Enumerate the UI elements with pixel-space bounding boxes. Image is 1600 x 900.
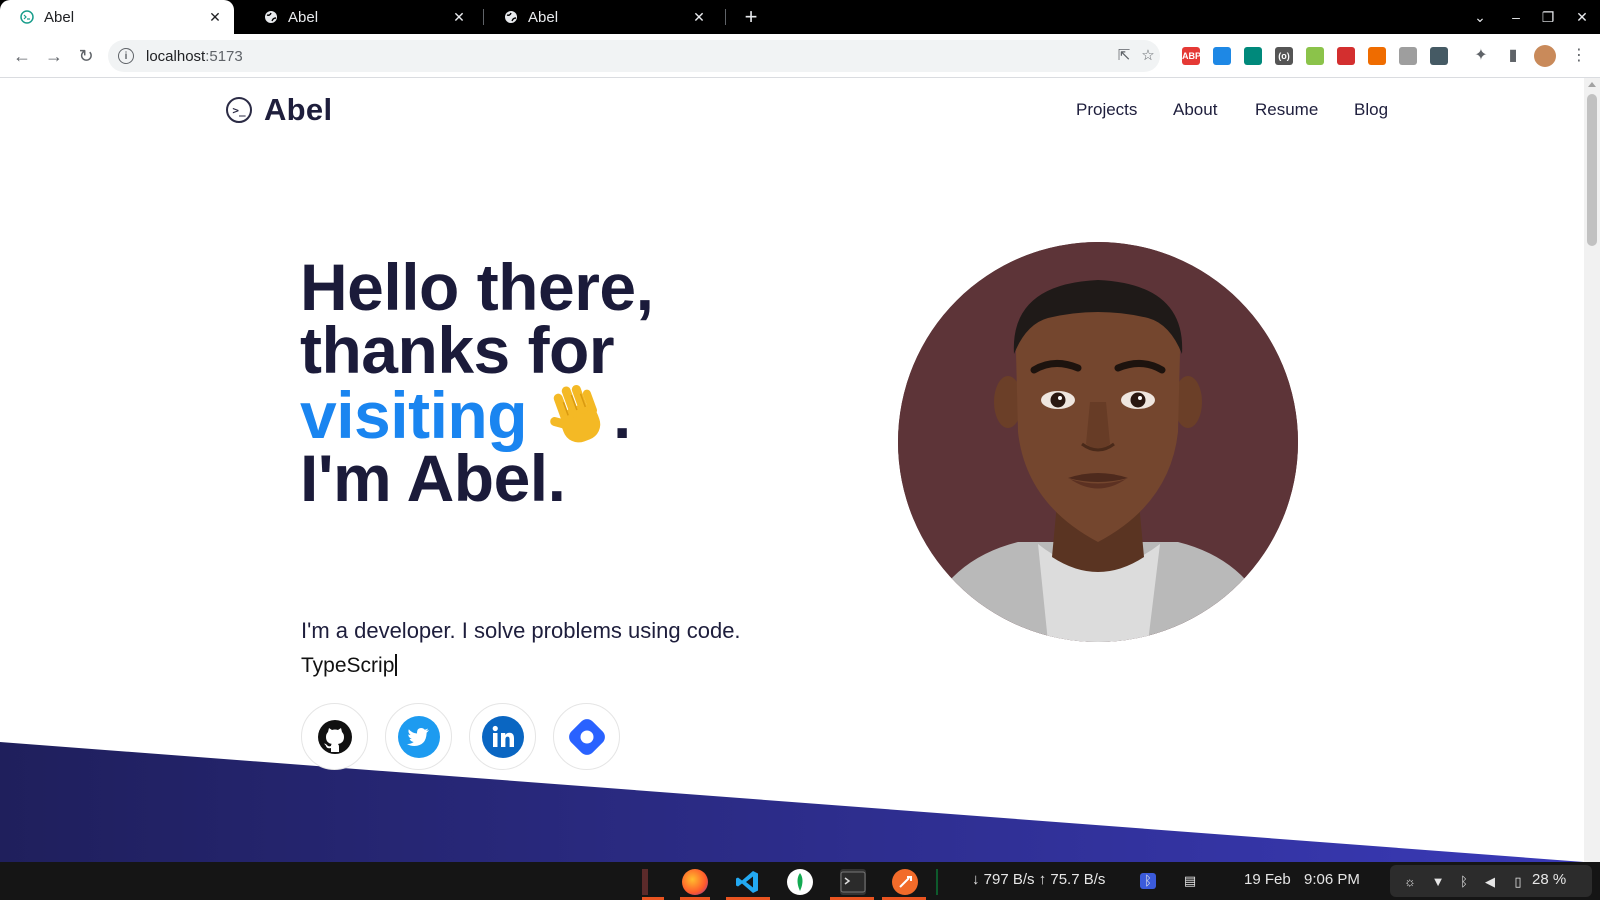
postman-icon[interactable]	[892, 869, 918, 895]
adblock-plus-icon[interactable]: ABP	[1182, 47, 1201, 65]
terminal-logo-icon: >_	[226, 97, 252, 123]
glasses-extension-icon[interactable]	[1430, 47, 1448, 65]
tab-title: Abel	[528, 8, 559, 26]
minimize-icon[interactable]: –	[1500, 0, 1532, 34]
tab-2[interactable]: Abel ✕	[244, 0, 478, 34]
red-extension-icon[interactable]	[1337, 47, 1355, 65]
menu-icon[interactable]: ⋮	[1568, 45, 1590, 67]
close-window-icon[interactable]: ✕	[1566, 0, 1598, 34]
linkedin-link[interactable]	[469, 703, 536, 770]
vscode-icon[interactable]	[734, 869, 760, 895]
page-scrollbar[interactable]	[1584, 78, 1600, 862]
tab-strip: Abel ✕ Abel ✕ Abel ✕ + ⌄ – ❐ ✕	[0, 0, 1600, 34]
mongodb-compass-icon[interactable]	[787, 869, 813, 895]
github-icon	[317, 719, 352, 754]
terminal-favicon-icon	[20, 10, 34, 24]
share-icon[interactable]: ⇱	[1114, 46, 1134, 66]
site-logo[interactable]: >_ Abel	[226, 92, 332, 128]
browser-toolbar: ← → ↻ i localhost:5173 ⇱ ☆ ABP (o) ✦ ▮ ⋮	[0, 34, 1600, 78]
volume-icon: ◀	[1485, 874, 1495, 889]
shield-extension-icon[interactable]	[1399, 47, 1417, 65]
nav-projects[interactable]: Projects	[1076, 100, 1137, 120]
twitter-icon	[397, 715, 440, 758]
hashnode-icon	[568, 718, 605, 755]
twitter-link[interactable]	[385, 703, 452, 770]
back-icon[interactable]: ←	[8, 42, 36, 70]
hero-line-2: thanks for	[300, 313, 615, 387]
url-port: :5173	[205, 47, 243, 65]
typed-text: TypeScrip	[301, 654, 398, 678]
avatar-illustration	[898, 242, 1298, 642]
brand-name: Abel	[264, 92, 333, 127]
clipboard-icon[interactable]: ▤	[1182, 873, 1198, 889]
extensions-puzzle-icon[interactable]: ✦	[1470, 45, 1492, 67]
globe-favicon-icon	[505, 11, 517, 23]
hero-subtitle: I'm a developer. I solve problems using …	[301, 618, 741, 643]
restore-icon[interactable]: ❐	[1532, 0, 1564, 34]
tab-search-icon[interactable]: ⌄	[1464, 0, 1496, 34]
tab-1[interactable]: Abel ✕	[0, 0, 234, 34]
side-panel-icon[interactable]: ▮	[1502, 45, 1524, 67]
tab-title: Abel	[44, 8, 75, 26]
nav-about[interactable]: About	[1173, 100, 1217, 120]
code-extension-icon[interactable]: (o)	[1275, 47, 1293, 65]
network-speed: ↓ 797 B/s ↑ 75.7 B/s	[972, 871, 1106, 888]
profile-avatar[interactable]	[1534, 45, 1556, 67]
nav-resume[interactable]: Resume	[1255, 100, 1318, 120]
firefox-icon[interactable]	[682, 869, 708, 895]
date-label[interactable]: 19 Feb	[1244, 871, 1291, 888]
typed-word: TypeScrip	[301, 654, 395, 677]
hero-line-4: I'm Abel.	[300, 441, 566, 515]
tab-3[interactable]: Abel ✕	[484, 0, 718, 34]
clock-label[interactable]: 9:06 PM	[1304, 871, 1360, 888]
orange-extension-icon[interactable]	[1368, 47, 1386, 65]
tab-title: Abel	[288, 8, 319, 26]
github-link[interactable]	[301, 703, 368, 770]
app-stub-icon[interactable]	[642, 869, 648, 895]
page-viewport: >_ Abel Projects About Resume Blog Hello…	[0, 78, 1584, 862]
wifi-icon: ▼	[1431, 874, 1445, 889]
tab-separator	[725, 9, 726, 25]
docs-extension-icon[interactable]	[1213, 47, 1231, 65]
sheets-extension-icon[interactable]	[1244, 47, 1262, 65]
hero-period: .	[613, 378, 631, 452]
brightness-icon: ☼	[1404, 874, 1416, 889]
reload-icon[interactable]: ↻	[72, 42, 100, 70]
terminal-icon[interactable]	[840, 869, 866, 895]
address-bar[interactable]: i localhost:5173 ⇱ ☆	[108, 40, 1160, 72]
tab-close-icon[interactable]: ✕	[690, 9, 708, 26]
decorative-band	[0, 742, 1584, 862]
new-tab-icon[interactable]: +	[738, 3, 764, 31]
url-host: localhost	[146, 47, 206, 65]
os-taskbar: ↓ 797 B/s ↑ 75.7 B/s ᛒ ▤ 19 Feb 9:06 PM …	[0, 862, 1600, 900]
linkedin-icon	[481, 715, 524, 758]
bookmark-star-icon[interactable]: ☆	[1138, 46, 1158, 66]
waving-hand-icon	[550, 384, 601, 443]
typing-caret	[395, 654, 398, 676]
hashnode-link[interactable]	[553, 703, 620, 770]
separator-stub	[936, 869, 938, 895]
hero-heading: Hello there, thanks for visiting . I'm A…	[300, 254, 654, 511]
system-tray[interactable]: ☼ ▼ ᛒ ◀ ▯ 28 %	[1390, 865, 1592, 897]
forward-icon[interactable]: →	[40, 42, 68, 70]
color-extension-icon[interactable]	[1306, 47, 1324, 65]
site-info-icon[interactable]: i	[118, 48, 134, 64]
nav-blog[interactable]: Blog	[1354, 100, 1388, 120]
bluetooth-indicator-icon[interactable]: ᛒ	[1140, 873, 1156, 889]
bluetooth-icon: ᛒ	[1460, 874, 1468, 889]
tab-close-icon[interactable]: ✕	[450, 9, 468, 26]
globe-favicon-icon	[265, 11, 277, 23]
battery-icon: ▯	[1514, 874, 1522, 889]
tab-close-icon[interactable]: ✕	[206, 9, 224, 26]
scroll-thumb[interactable]	[1587, 94, 1597, 246]
profile-avatar-image	[898, 242, 1298, 642]
battery-percent: 28 %	[1532, 871, 1567, 888]
scroll-up-arrow-icon[interactable]	[1588, 82, 1596, 87]
